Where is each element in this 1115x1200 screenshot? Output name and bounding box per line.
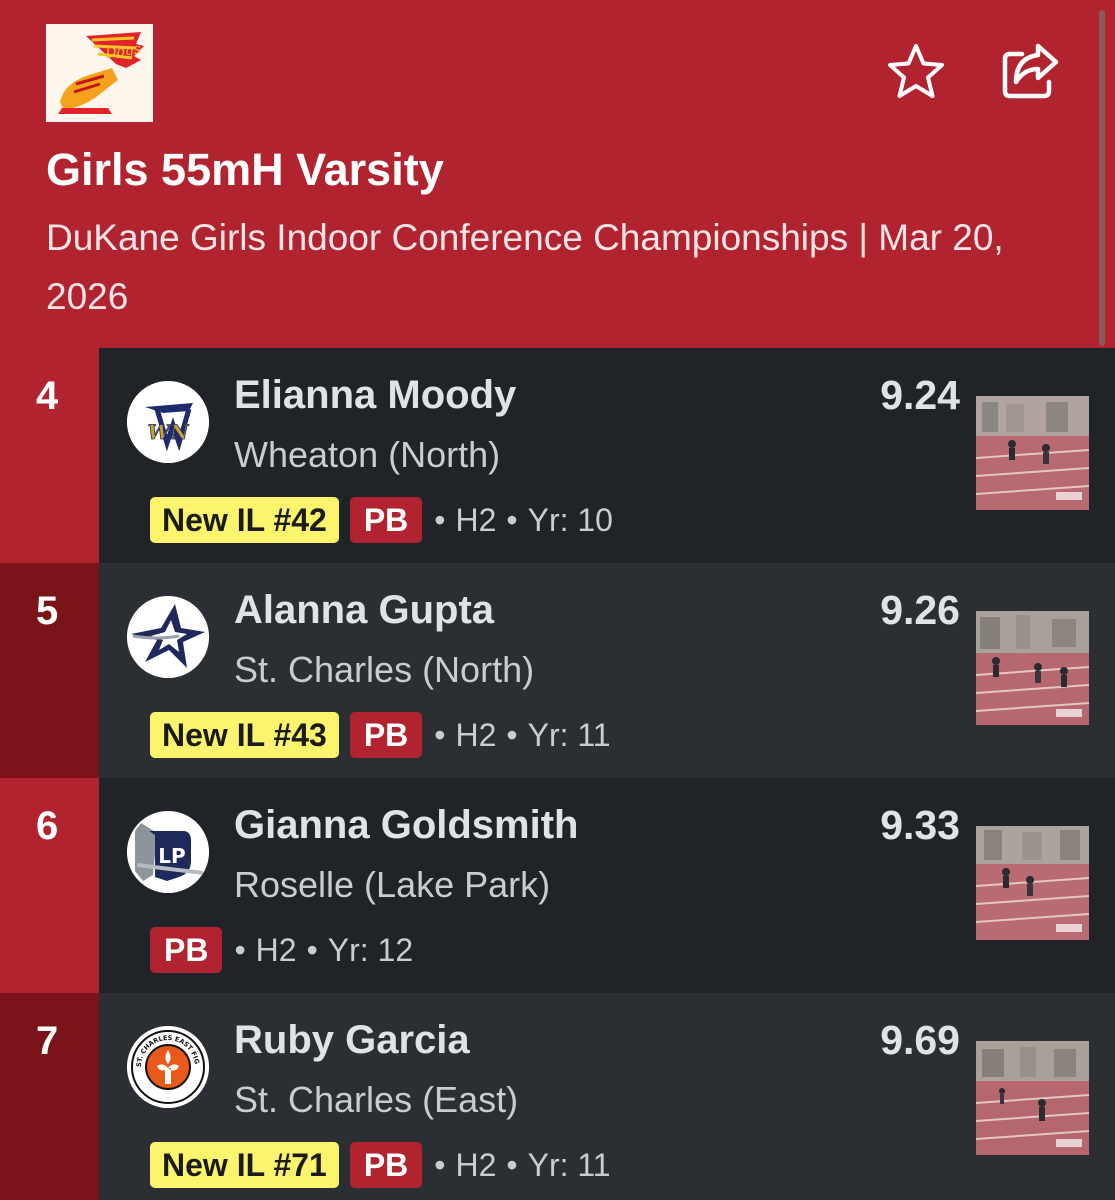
team-logo-text: WN bbox=[148, 420, 189, 444]
athlete-name[interactable]: Gianna Goldsmith bbox=[234, 800, 578, 850]
event-title: Girls 55mH Varsity bbox=[46, 144, 444, 195]
athlete-school: St. Charles (East) bbox=[234, 1079, 519, 1120]
athlete-name[interactable]: Alanna Gupta bbox=[234, 585, 494, 635]
place-cell: 5 bbox=[0, 563, 99, 778]
place-cell: 4 bbox=[0, 348, 99, 563]
athlete-school: Wheaton (North) bbox=[234, 434, 501, 475]
state-ranking-badge: New IL #42 bbox=[150, 497, 339, 543]
team-logo-wheaton-north[interactable]: WN bbox=[127, 381, 209, 463]
pb-badge: PB bbox=[349, 1142, 423, 1188]
favorite-star-icon[interactable] bbox=[884, 40, 948, 104]
pb-badge: PB bbox=[349, 497, 423, 543]
results-list: 4 WN Elianna Moody Wheaton (North) 9.24 bbox=[0, 348, 1115, 1200]
meet-header: Dogs Girls 55mH Varsity DuKane Girls Ind… bbox=[0, 0, 1115, 348]
result-meta: New IL #42 PB • H2 • Yr: 10 bbox=[150, 497, 613, 543]
team-logo-st-charles-east[interactable]: ST. CHARLES EAST FIGHTING SAINTS bbox=[127, 1026, 209, 1108]
pb-badge: PB bbox=[349, 712, 423, 758]
page-scrollbar[interactable] bbox=[1099, 10, 1105, 346]
state-ranking-badge: New IL #43 bbox=[150, 712, 339, 758]
year-label: Yr: 11 bbox=[527, 1147, 611, 1183]
result-meta: New IL #71 PB • H2 • Yr: 11 bbox=[150, 1142, 611, 1188]
heat-label: H2 bbox=[455, 502, 497, 538]
heat-year-info: • H2 • Yr: 11 bbox=[434, 1147, 611, 1183]
result-row[interactable]: 4 WN Elianna Moody Wheaton (North) 9.24 bbox=[0, 348, 1115, 563]
place-number: 6 bbox=[36, 804, 59, 848]
result-card[interactable]: LP Gianna Goldsmith Roselle (Lake Park) … bbox=[99, 778, 1115, 993]
heat-label: H2 bbox=[455, 717, 497, 753]
race-video-thumbnail[interactable] bbox=[976, 611, 1089, 725]
heat-year-info: • H2 • Yr: 10 bbox=[434, 502, 613, 538]
place-cell: 7 bbox=[0, 993, 99, 1200]
result-mark: 9.24 bbox=[880, 372, 960, 418]
meet-logo: Dogs bbox=[46, 24, 153, 122]
result-row[interactable]: 6 LP Gianna Goldsmith Roselle (Lake Park… bbox=[0, 778, 1115, 993]
result-card[interactable]: ST. CHARLES EAST FIGHTING SAINTS Ruby Ga… bbox=[99, 993, 1115, 1200]
result-row[interactable]: 7 ST. CHARLES EAST FIGHTING SAINTS Ruby … bbox=[0, 993, 1115, 1200]
heat-year-info: • H2 • Yr: 12 bbox=[234, 932, 414, 968]
heat-year-info: • H2 • Yr: 11 bbox=[434, 717, 611, 753]
pb-badge: PB bbox=[150, 927, 223, 973]
place-cell: 6 bbox=[0, 778, 99, 993]
team-logo-text: LP bbox=[158, 844, 185, 868]
meet-subtitle: DuKane Girls Indoor Conference Champions… bbox=[46, 217, 1004, 317]
athlete-school: St. Charles (North) bbox=[234, 649, 535, 690]
state-ranking-badge: New IL #71 bbox=[150, 1142, 339, 1188]
year-label: Yr: 10 bbox=[527, 502, 613, 538]
year-label: Yr: 11 bbox=[527, 717, 611, 753]
result-meta: PB • H2 • Yr: 12 bbox=[150, 927, 413, 973]
race-video-thumbnail[interactable] bbox=[976, 1041, 1089, 1155]
year-label: Yr: 12 bbox=[327, 932, 414, 968]
athlete-name[interactable]: Elianna Moody bbox=[234, 370, 516, 420]
heat-label: H2 bbox=[455, 1147, 497, 1183]
team-logo-lake-park[interactable]: LP bbox=[127, 811, 209, 893]
result-mark: 9.69 bbox=[880, 1017, 960, 1063]
athlete-school: Roselle (Lake Park) bbox=[234, 864, 551, 905]
place-number: 5 bbox=[36, 589, 59, 633]
result-row[interactable]: 5 Alanna Gupta St. Charles (North) 9.26 bbox=[0, 563, 1115, 778]
team-logo-st-charles-north[interactable] bbox=[127, 596, 209, 678]
place-number: 4 bbox=[36, 374, 59, 418]
athlete-name[interactable]: Ruby Garcia bbox=[234, 1015, 470, 1065]
race-video-thumbnail[interactable] bbox=[976, 396, 1089, 510]
result-meta: New IL #43 PB • H2 • Yr: 11 bbox=[150, 712, 611, 758]
heat-label: H2 bbox=[255, 932, 297, 968]
result-mark: 9.33 bbox=[880, 802, 960, 848]
place-number: 7 bbox=[36, 1019, 59, 1063]
race-video-thumbnail[interactable] bbox=[976, 826, 1089, 940]
result-card[interactable]: Alanna Gupta St. Charles (North) 9.26 Ne… bbox=[99, 563, 1115, 778]
share-icon[interactable] bbox=[998, 40, 1062, 104]
result-card[interactable]: WN Elianna Moody Wheaton (North) 9.24 Ne… bbox=[99, 348, 1115, 563]
result-mark: 9.26 bbox=[880, 587, 960, 633]
